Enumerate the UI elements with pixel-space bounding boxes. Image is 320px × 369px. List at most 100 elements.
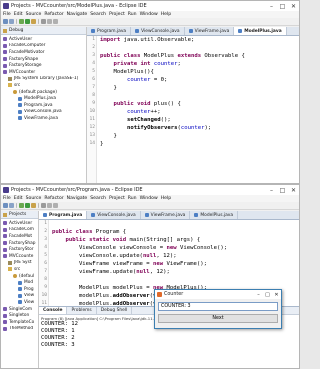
tree-item[interactable]: src (1, 82, 86, 89)
code-lines[interactable]: import java.util.Observable; public clas… (100, 36, 299, 148)
editor-tab[interactable]: ViewFrame.java (185, 27, 235, 35)
tree-item-label: src (14, 266, 21, 272)
open-type-icon[interactable] (31, 19, 36, 24)
search-icon[interactable] (41, 203, 46, 208)
window-title: Projects - MVCcounter/src/Program.java -… (11, 187, 143, 193)
tree-item[interactable]: ViewConsole.java (1, 109, 86, 116)
run-icon[interactable] (25, 19, 30, 24)
new-icon[interactable] (3, 203, 8, 208)
run-icon[interactable] (25, 203, 30, 208)
tree-item[interactable]: TemplateCo (1, 319, 38, 326)
tree-item[interactable]: ModelPlus.java (1, 95, 86, 102)
tree-item[interactable]: ActiveUser (1, 36, 86, 43)
menu-item-edit[interactable]: Edit (14, 196, 23, 201)
tree-item[interactable]: FacadeMotivator (1, 49, 86, 56)
tree-item[interactable]: FacadeCom (1, 227, 38, 234)
open-type-icon[interactable] (31, 203, 36, 208)
editor-tab[interactable]: ModelPlus.java (190, 211, 239, 219)
line-number: 5 (44, 253, 47, 258)
tree-item[interactable]: FactoryShape (1, 56, 86, 63)
code-line: viewFrame.update(null, 12); (52, 269, 170, 275)
tree-item[interactable]: TheMethod (1, 326, 38, 333)
tree-item[interactable]: FacadeComputer (1, 43, 86, 50)
menu-item-source[interactable]: Source (26, 196, 42, 201)
menu-item-window[interactable]: Window (140, 196, 158, 201)
maximize-icon[interactable]: □ (277, 3, 288, 10)
tree-item[interactable]: Prog (1, 286, 38, 293)
menu-item-navigate[interactable]: Navigate (67, 12, 88, 17)
tree-item-label: FacadeMotivator (9, 49, 45, 55)
tree-item[interactable]: (default package) (1, 89, 86, 96)
save-icon[interactable] (9, 19, 14, 24)
tree-item[interactable]: ViewFrame.java (1, 115, 86, 122)
tree-item[interactable]: View (1, 293, 38, 300)
menu-item-search[interactable]: Search (90, 12, 106, 17)
tree-item[interactable]: FactoryStorage (1, 62, 86, 69)
close-icon[interactable]: ✕ (288, 187, 299, 194)
forward-icon[interactable] (53, 19, 58, 24)
menu-item-run[interactable]: Run (128, 12, 137, 17)
editor-tab[interactable]: Program.java (39, 211, 88, 219)
tab-label: ModelPlus.java (244, 28, 282, 34)
tree-item[interactable]: FactoryStor (1, 246, 38, 253)
counter-field[interactable]: COUNTER: 3 (158, 302, 278, 311)
debug-icon[interactable] (19, 203, 24, 208)
close-icon[interactable]: ✕ (288, 3, 299, 10)
menu-item-project[interactable]: Project (109, 196, 125, 201)
tree-item[interactable]: MVCcounter (1, 69, 86, 76)
minimize-icon[interactable]: – (266, 3, 277, 10)
tree-item[interactable]: (defaul (1, 273, 38, 280)
editor-tab[interactable]: ModelPlus.java (234, 27, 287, 35)
tree-item[interactable]: ActiveUser (1, 220, 38, 227)
editor-tab[interactable]: ViewConsole.java (131, 27, 185, 35)
maximize-icon[interactable]: □ (263, 292, 272, 298)
menu-item-file[interactable]: File (3, 12, 11, 17)
menu-item-navigate[interactable]: Navigate (67, 196, 88, 201)
editor-tab[interactable]: Program.java (87, 27, 132, 35)
tab-debug-shell[interactable]: Debug Shell (97, 307, 133, 314)
menu-item-file[interactable]: File (3, 196, 11, 201)
tree-item[interactable]: Mod (1, 279, 38, 286)
debug-icon[interactable] (19, 19, 24, 24)
minimize-icon[interactable]: – (254, 292, 263, 298)
line-number: 3 (92, 53, 95, 58)
menu-item-help[interactable]: Help (161, 196, 171, 201)
maximize-icon[interactable]: □ (277, 187, 288, 194)
tree-item[interactable]: Singleton (1, 312, 38, 319)
tree-item[interactable]: JRE Syst (1, 260, 38, 267)
search-icon[interactable] (41, 19, 46, 24)
minimize-icon[interactable]: – (266, 187, 277, 194)
menu-item-source[interactable]: Source (26, 12, 42, 17)
tree-item[interactable]: Program.java (1, 102, 86, 109)
tree-item[interactable]: src (1, 266, 38, 273)
menu-item-project[interactable]: Project (109, 12, 125, 17)
save-icon[interactable] (9, 203, 14, 208)
line-number: 11 (89, 117, 95, 122)
close-icon[interactable]: ✕ (272, 292, 281, 298)
menu-item-run[interactable]: Run (128, 196, 137, 201)
forward-icon[interactable] (53, 203, 58, 208)
new-icon[interactable] (3, 19, 8, 24)
tree-item[interactable]: SingleCom (1, 306, 38, 313)
project-icon (3, 57, 7, 62)
menu-item-refactor[interactable]: Refactor (44, 196, 63, 201)
menu-item-edit[interactable]: Edit (14, 12, 23, 17)
menu-item-search[interactable]: Search (90, 196, 106, 201)
tab-problems[interactable]: Problems (67, 307, 97, 314)
next-button[interactable]: Next (158, 314, 278, 323)
menu-item-help[interactable]: Help (161, 12, 171, 17)
menu-item-refactor[interactable]: Refactor (44, 12, 63, 17)
code-editor[interactable]: Program.java ViewConsole.java ViewFrame.ja… (87, 27, 299, 183)
line-number: 8 (92, 93, 95, 98)
back-icon[interactable] (47, 203, 52, 208)
back-icon[interactable] (47, 19, 52, 24)
editor-tab[interactable]: ViewFrame.java (141, 211, 191, 219)
tree-item[interactable]: View (1, 299, 38, 306)
menu-item-window[interactable]: Window (140, 12, 158, 17)
tree-item[interactable]: JRE System Library [JavaSE-1] (1, 76, 86, 83)
tab-console[interactable]: Console (39, 307, 68, 314)
tree-item[interactable]: MVCcounte (1, 253, 38, 260)
tree-item[interactable]: FactoryShap (1, 240, 38, 247)
editor-tab[interactable]: ViewConsole.java (87, 211, 141, 219)
tree-item[interactable]: FacadeMot (1, 233, 38, 240)
